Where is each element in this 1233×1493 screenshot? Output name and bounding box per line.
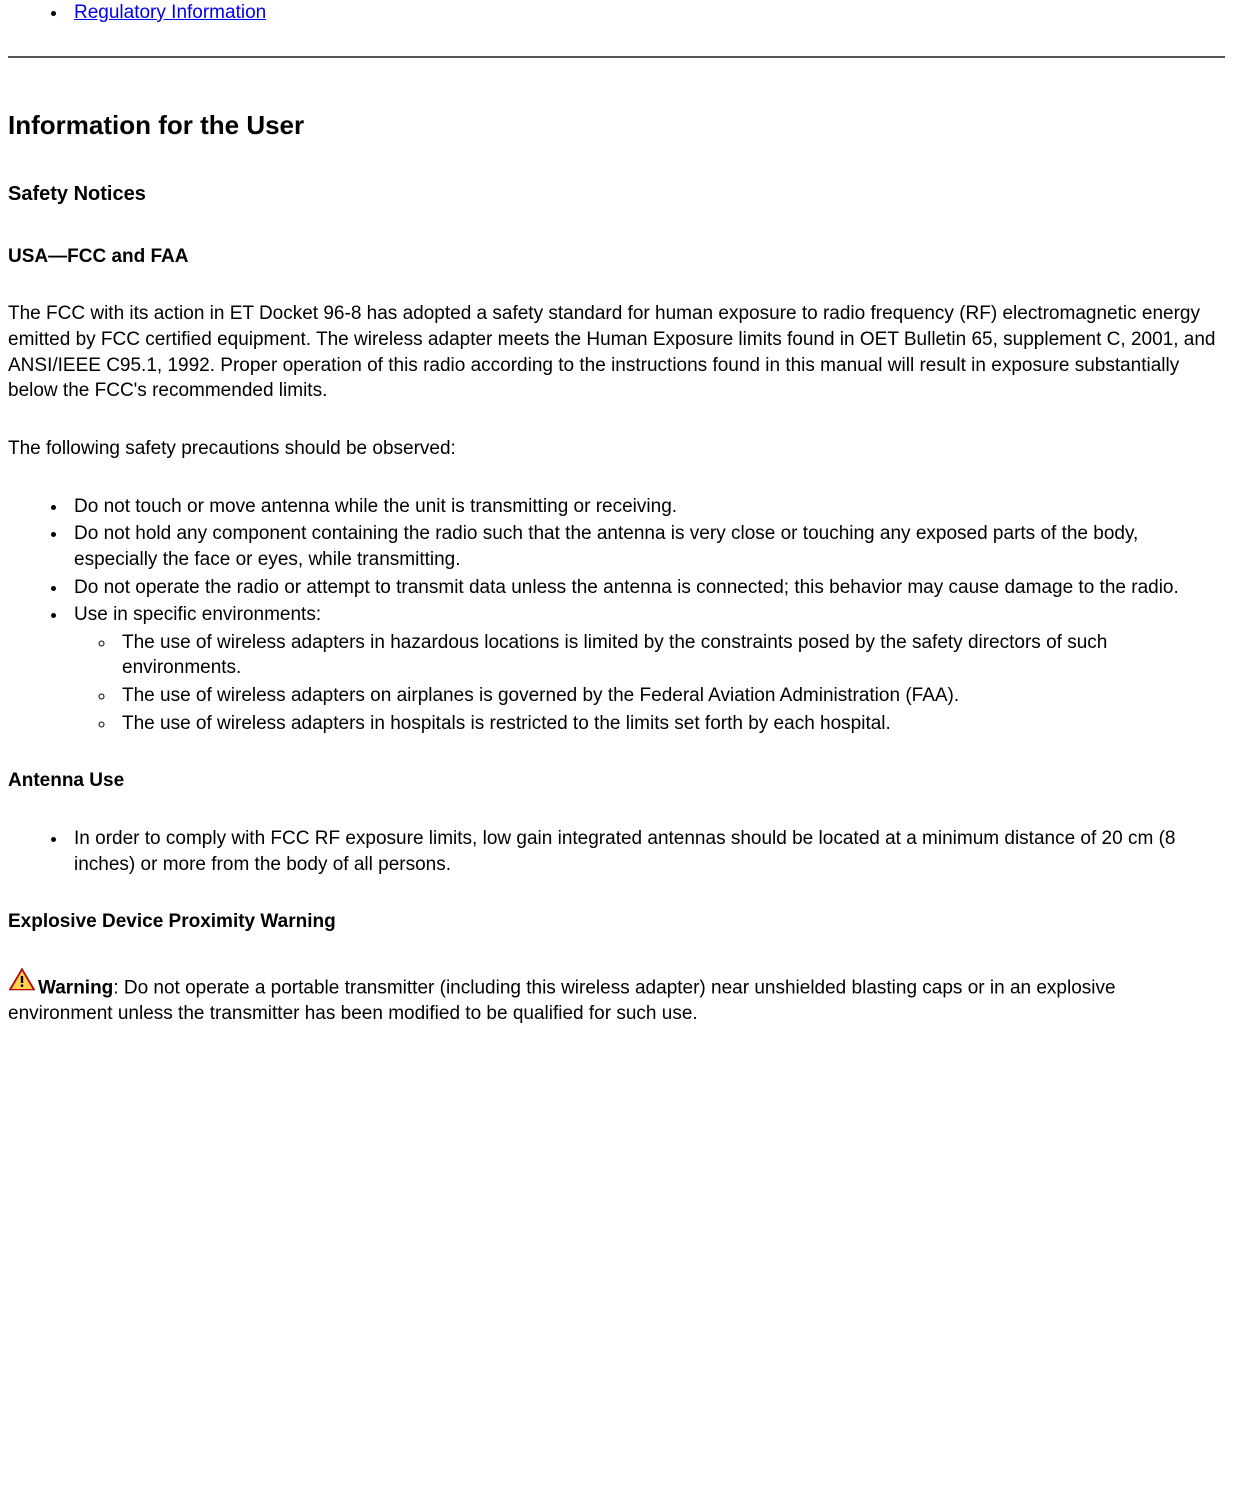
top-link-item: Regulatory Information bbox=[68, 0, 1225, 26]
information-for-user-heading: Information for the User bbox=[8, 108, 1225, 143]
usa-fcc-faa-heading: USA—FCC and FAA bbox=[8, 244, 1225, 270]
list-item: The use of wireless adapters in hazardou… bbox=[116, 630, 1225, 681]
top-link-list: Regulatory Information bbox=[8, 0, 1225, 26]
antenna-list: In order to comply with FCC RF exposure … bbox=[8, 826, 1225, 877]
list-item: The use of wireless adapters in hospital… bbox=[116, 711, 1225, 737]
list-item: In order to comply with FCC RF exposure … bbox=[68, 826, 1225, 877]
warning-label: Warning bbox=[38, 978, 113, 999]
warning-triangle-icon bbox=[8, 967, 36, 999]
warning-text: : Do not operate a portable transmitter … bbox=[8, 978, 1116, 1025]
precautions-list: Do not touch or move antenna while the u… bbox=[8, 494, 1225, 737]
explosive-warning-heading: Explosive Device Proximity Warning bbox=[8, 909, 1225, 935]
list-item: The use of wireless adapters on airplane… bbox=[116, 683, 1225, 709]
list-item: Do not operate the radio or attempt to t… bbox=[68, 575, 1225, 601]
list-item-label: Use in specific environments: bbox=[74, 604, 321, 625]
warning-paragraph: Warning: Do not operate a portable trans… bbox=[8, 967, 1225, 1027]
fcc-paragraph: The FCC with its action in ET Docket 96-… bbox=[8, 301, 1225, 404]
list-item: Do not hold any component containing the… bbox=[68, 521, 1225, 572]
safety-notices-heading: Safety Notices bbox=[8, 181, 1225, 208]
list-item: Use in specific environments: The use of… bbox=[68, 602, 1225, 736]
divider bbox=[8, 56, 1225, 58]
environments-sublist: The use of wireless adapters in hazardou… bbox=[74, 630, 1225, 737]
antenna-use-heading: Antenna Use bbox=[8, 768, 1225, 794]
list-item: Do not touch or move antenna while the u… bbox=[68, 494, 1225, 520]
regulatory-information-link[interactable]: Regulatory Information bbox=[74, 2, 266, 23]
precautions-intro: The following safety precautions should … bbox=[8, 436, 1225, 462]
